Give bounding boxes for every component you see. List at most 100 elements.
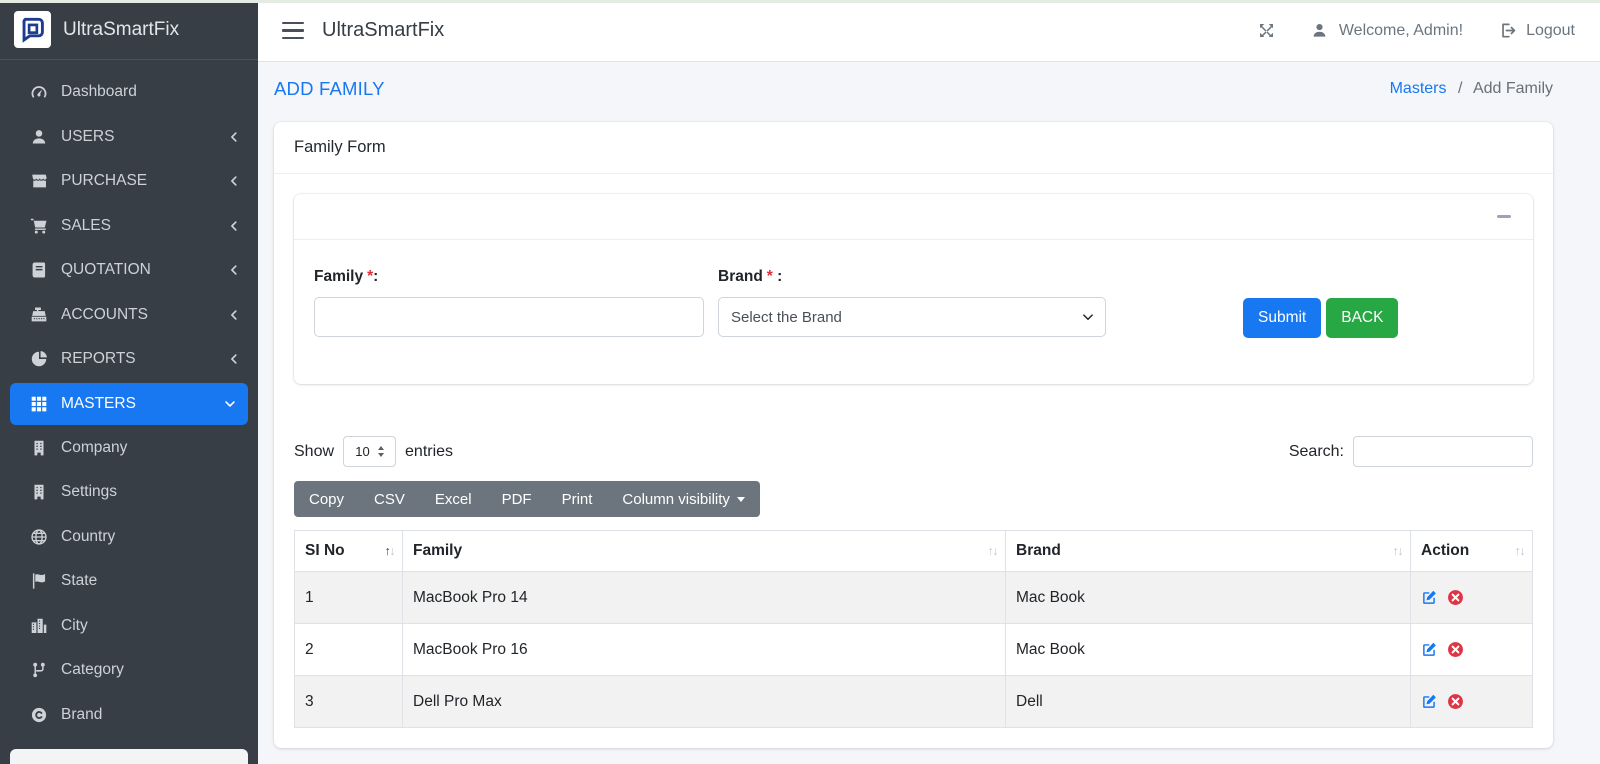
print-button[interactable]: Print bbox=[546, 481, 608, 517]
column-header-family[interactable]: Family ↑↓ bbox=[402, 530, 1006, 572]
sidebar-item-accounts[interactable]: ACCOUNTS bbox=[0, 293, 258, 338]
sidebar-item-masters[interactable]: MASTERS bbox=[10, 382, 248, 425]
edit-icon[interactable] bbox=[1421, 641, 1438, 658]
sidebar-item-brand[interactable]: Brand bbox=[0, 693, 258, 738]
brand-select[interactable]: Select the Brand bbox=[718, 297, 1106, 337]
sidebar-item-settings[interactable]: Settings bbox=[0, 470, 258, 515]
book-icon bbox=[30, 261, 48, 279]
search-input[interactable] bbox=[1353, 436, 1533, 467]
column-label: Brand bbox=[1016, 542, 1061, 559]
excel-button[interactable]: Excel bbox=[419, 481, 487, 517]
submit-button[interactable]: Submit bbox=[1243, 298, 1322, 338]
cell-action bbox=[1410, 571, 1533, 624]
sidebar-item-users[interactable]: USERS bbox=[0, 115, 258, 160]
breadcrumb: Masters / Add Family bbox=[1390, 80, 1553, 98]
user-menu[interactable]: Welcome, Admin! bbox=[1311, 22, 1463, 40]
sidebar-item-quotation[interactable]: QUOTATION bbox=[0, 248, 258, 293]
sidebar-item-reports[interactable]: REPORTS bbox=[0, 337, 258, 382]
family-input[interactable] bbox=[314, 297, 704, 337]
table-row: 3 Dell Pro Max Dell bbox=[294, 675, 1533, 728]
breadcrumb-masters-link[interactable]: Masters bbox=[1390, 80, 1447, 97]
pdf-button[interactable]: PDF bbox=[486, 481, 547, 517]
page-head: ADD FAMILY Masters / Add Family bbox=[274, 74, 1553, 100]
sidebar-item-family-partial[interactable] bbox=[10, 749, 248, 764]
collapse-minus-icon[interactable] bbox=[1497, 215, 1511, 218]
logout-button[interactable]: Logout bbox=[1499, 22, 1575, 40]
sidebar-item-label: Country bbox=[61, 527, 116, 545]
chevron-left-icon bbox=[228, 264, 240, 276]
form-buttons: Submit BACK bbox=[1243, 298, 1399, 338]
sidebar-item-label: Settings bbox=[61, 483, 118, 501]
table-row: 2 MacBook Pro 16 Mac Book bbox=[294, 623, 1533, 676]
column-label: Family bbox=[413, 542, 463, 559]
cell-family: MacBook Pro 16 bbox=[402, 623, 1006, 676]
sidebar-item-label: PURCHASE bbox=[61, 172, 148, 190]
topbar-title: UltraSmartFix bbox=[322, 19, 445, 41]
spinner-arrows-icon bbox=[377, 446, 384, 457]
csv-button[interactable]: CSV bbox=[359, 481, 420, 517]
back-button[interactable]: BACK bbox=[1326, 298, 1399, 338]
main-area: UltraSmartFix Welcome, Admin! Logout ADD… bbox=[258, 0, 1600, 764]
sort-arrows-icon: ↑↓ bbox=[987, 544, 999, 558]
cell-brand: Mac Book bbox=[1005, 571, 1411, 624]
cell-brand: Mac Book bbox=[1005, 623, 1411, 676]
sidebar-item-label: MASTERS bbox=[61, 394, 136, 412]
copy-button[interactable]: Copy bbox=[294, 481, 360, 517]
column-header-brand[interactable]: Brand ↑↓ bbox=[1005, 530, 1411, 572]
sidebar-item-sales[interactable]: SALES bbox=[0, 204, 258, 249]
form-panel-body: Family *: Brand * : Select the Brand Sub… bbox=[294, 240, 1533, 384]
chevron-left-icon bbox=[228, 220, 240, 232]
branch-icon bbox=[30, 661, 48, 679]
page-title: ADD FAMILY bbox=[274, 78, 385, 99]
family-field-group: Family *: bbox=[314, 268, 704, 337]
delete-icon[interactable] bbox=[1447, 589, 1464, 606]
topbar: UltraSmartFix Welcome, Admin! Logout bbox=[258, 0, 1600, 62]
edit-icon[interactable] bbox=[1421, 693, 1438, 710]
sidebar-item-category[interactable]: Category bbox=[0, 648, 258, 693]
edit-icon[interactable] bbox=[1421, 589, 1438, 606]
cell-action bbox=[1410, 675, 1533, 728]
page-content: ADD FAMILY Masters / Add Family Family F… bbox=[258, 62, 1600, 748]
sidebar-item-label: Brand bbox=[61, 705, 103, 723]
search-label: Search: bbox=[1288, 442, 1344, 460]
cell-si-no: 3 bbox=[294, 675, 403, 728]
form-panel: Family *: Brand * : Select the Brand Sub… bbox=[294, 194, 1533, 384]
chevron-down-icon bbox=[224, 398, 236, 410]
sidebar-item-country[interactable]: Country bbox=[0, 515, 258, 560]
delete-icon[interactable] bbox=[1447, 641, 1464, 658]
cell-action bbox=[1410, 623, 1533, 676]
entries-label: entries bbox=[405, 442, 454, 460]
datatable-controls: Show 10 entries Search: bbox=[294, 436, 1533, 467]
cell-family: Dell Pro Max bbox=[402, 675, 1006, 728]
sidebar-toggle-button[interactable] bbox=[282, 21, 304, 40]
topbar-right: Welcome, Admin! Logout bbox=[1258, 22, 1575, 40]
column-header-action[interactable]: Action ↑↓ bbox=[1410, 530, 1533, 572]
column-visibility-button[interactable]: Column visibility bbox=[607, 481, 760, 517]
globe-icon bbox=[30, 528, 48, 546]
sidebar-item-state[interactable]: State bbox=[0, 559, 258, 604]
sidebar-item-purchase[interactable]: PURCHASE bbox=[0, 159, 258, 204]
sidebar-item-city[interactable]: City bbox=[0, 604, 258, 649]
delete-icon[interactable] bbox=[1447, 693, 1464, 710]
sidebar-item-dashboard[interactable]: Dashboard bbox=[0, 70, 258, 115]
chevron-left-icon bbox=[228, 309, 240, 321]
grid-icon bbox=[30, 395, 48, 413]
page-length-select[interactable]: 10 bbox=[343, 436, 397, 467]
user-icon bbox=[1311, 22, 1328, 39]
logout-icon bbox=[1499, 22, 1516, 39]
column-header-si-no[interactable]: SI No ↑↓ bbox=[294, 530, 403, 572]
fullscreen-icon[interactable] bbox=[1258, 22, 1275, 39]
page-length-control: Show 10 entries bbox=[294, 436, 453, 467]
sidebar-brand[interactable]: UltraSmartFix bbox=[0, 0, 258, 60]
show-label: Show bbox=[294, 442, 335, 460]
city-icon bbox=[30, 617, 48, 635]
building-icon bbox=[30, 439, 48, 457]
sidebar-item-label: REPORTS bbox=[61, 350, 136, 368]
sidebar-item-label: City bbox=[61, 616, 88, 634]
sidebar-item-company[interactable]: Company bbox=[0, 426, 258, 471]
welcome-text: Welcome, Admin! bbox=[1338, 21, 1464, 39]
copyright-icon bbox=[30, 706, 48, 724]
cell-si-no: 2 bbox=[294, 623, 403, 676]
store-icon bbox=[30, 172, 48, 190]
brand-field-group: Brand * : Select the Brand bbox=[718, 268, 1106, 337]
